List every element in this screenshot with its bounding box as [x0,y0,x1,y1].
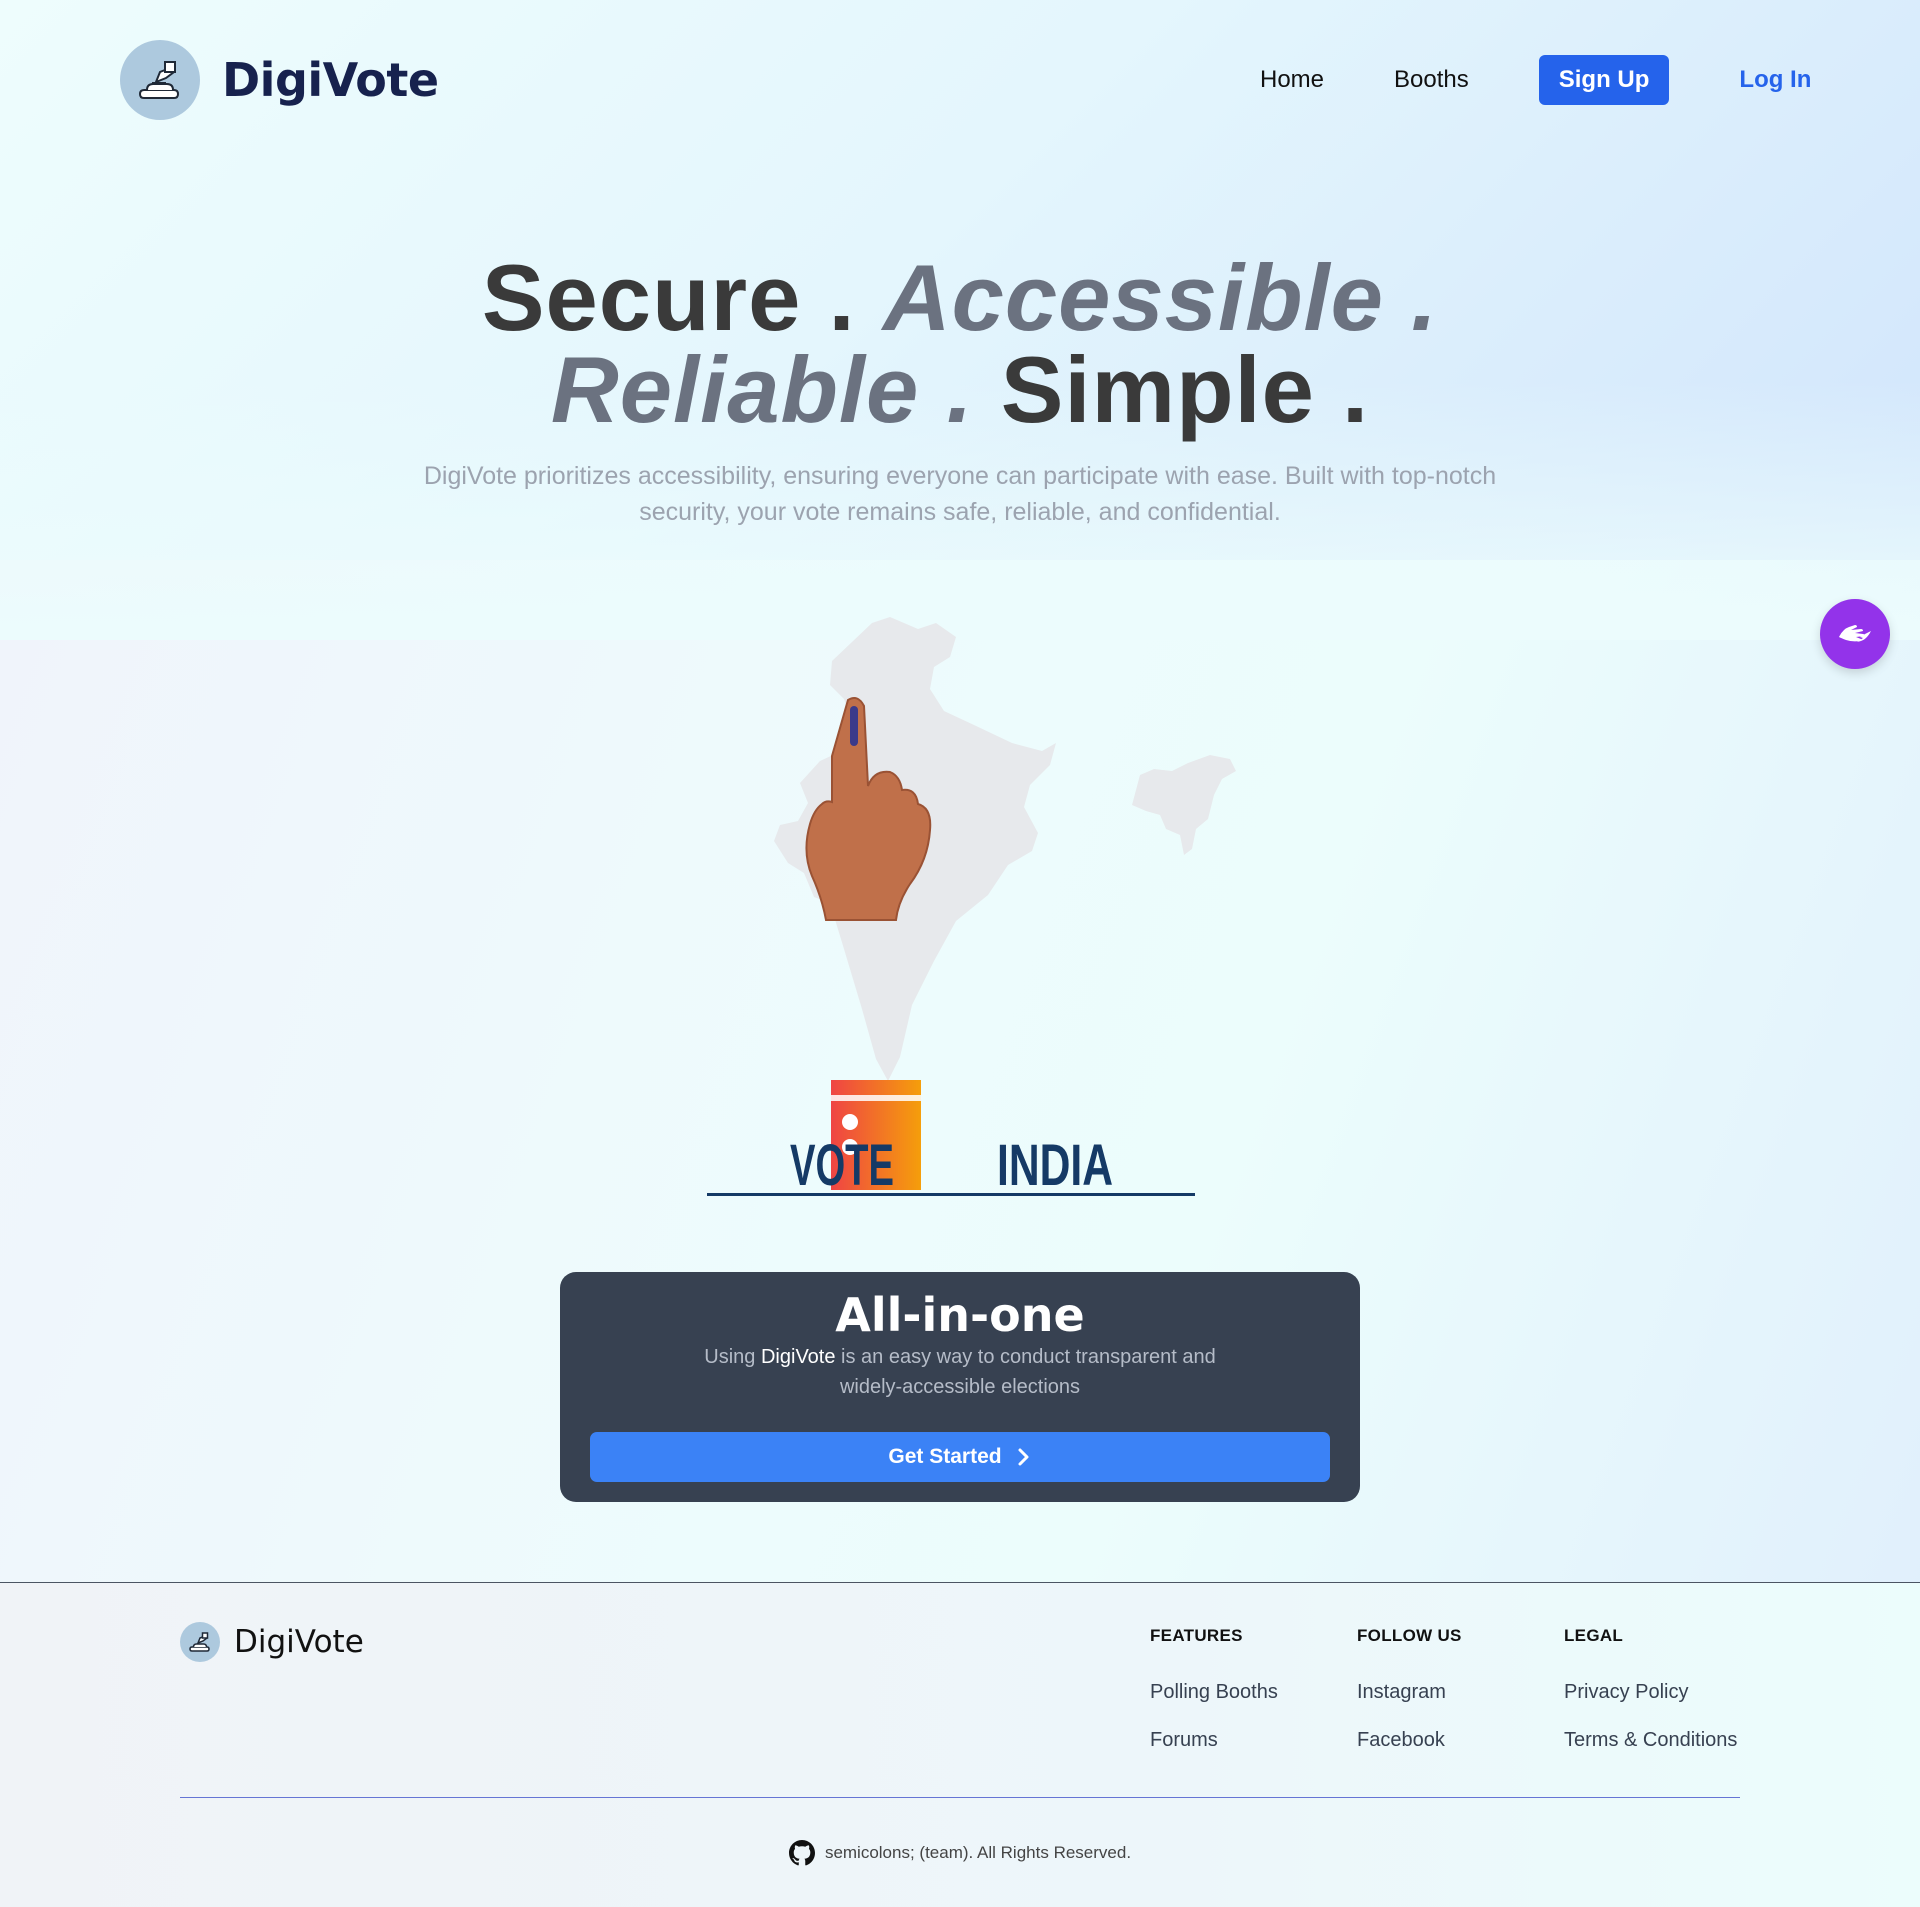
copyright: semicolons; (team). All Rights Reserved. [0,1840,1920,1866]
get-started-button[interactable]: Get Started [590,1432,1330,1482]
footer-heading-features: FEATURES [1150,1626,1243,1645]
footer-heading-legal: LEGAL [1564,1626,1624,1645]
nav-booths-link[interactable]: Booths [1394,66,1469,94]
sign-language-icon [1839,625,1871,642]
footer-link-terms[interactable]: Terms & Conditions [1564,1729,1737,1752]
footer-column-legal: LEGAL Privacy Policy Terms & Conditions [1564,1626,1737,1752]
footer-link-facebook[interactable]: Facebook [1357,1729,1462,1752]
card-desc-prefix: Using [704,1346,761,1368]
footer-link-instagram[interactable]: Instagram [1357,1681,1462,1704]
india-word: INDIA [997,1133,1113,1198]
signup-button[interactable]: Sign Up [1538,55,1670,105]
card-title: All-in-one [835,1288,1085,1342]
brand-logo[interactable]: DigiVote [120,40,439,120]
nav-links: Home Booths Sign Up Log In [1260,55,1811,105]
vote-india-illustration: VOTE INDIA [700,615,1300,1205]
footer-brand[interactable]: DigiVote [180,1622,364,1662]
copyright-text: semicolons; (team). All Rights Reserved. [824,1843,1132,1862]
footer-column-features: FEATURES Polling Booths Forums [1150,1626,1278,1752]
footer-column-follow-us: FOLLOW US Instagram Facebook [1357,1626,1462,1752]
navbar: DigiVote Home Booths Sign Up Log In [0,0,1920,160]
nav-home-link[interactable]: Home [1260,66,1324,94]
ballot-box-logo-icon [180,1622,220,1662]
hero-title-reliable: Reliable . [550,337,974,442]
github-icon[interactable] [788,1840,815,1866]
hero-title-secure: Secure . [481,245,856,350]
hero-title-simple: Simple . [1000,337,1370,442]
get-started-label: Get Started [888,1445,1002,1468]
india-northeast-shape [1132,755,1236,855]
accessibility-button[interactable] [1820,599,1890,669]
footer-link-forums[interactable]: Forums [1150,1729,1278,1752]
all-in-one-card: All-in-one Using DigiVote is an easy way… [560,1272,1360,1502]
card-desc-brand: DigiVote [760,1346,836,1368]
hero-subtitle: DigiVote prioritizes accessibility, ensu… [423,462,1497,526]
hero-title-accessible: Accessible . [882,245,1439,350]
chevron-right-icon [1018,1448,1029,1466]
vote-word: VOTE [790,1133,894,1198]
footer-divider-bottom [180,1797,1740,1798]
footer-brand-name: DigiVote [234,1624,364,1660]
hero-title: Secure . Accessible . Reliable . Simple … [0,251,1920,437]
login-link[interactable]: Log In [1739,66,1811,94]
ballot-box-logo-icon [120,40,200,120]
footer-heading-follow-us: FOLLOW US [1357,1626,1462,1645]
footer-link-polling-booths[interactable]: Polling Booths [1150,1681,1278,1704]
card-description: Using DigiVote is an easy way to conduct… [700,1342,1220,1402]
brand-name: DigiVote [222,53,439,107]
footer-link-privacy-policy[interactable]: Privacy Policy [1564,1681,1737,1704]
card-desc-suffix: is an easy way to conduct transparent an… [835,1346,1216,1398]
